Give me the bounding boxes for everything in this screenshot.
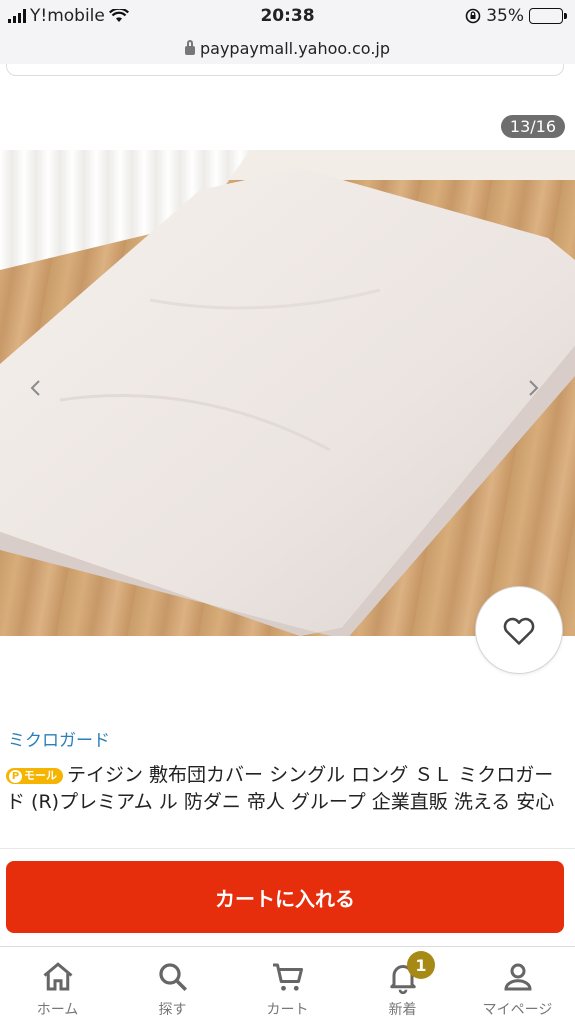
tab-home[interactable]: ホーム	[0, 947, 115, 1024]
battery-percent: 35%	[486, 6, 524, 26]
bottom-tab-bar: ホーム 探す カート 1 新着 マイページ	[0, 946, 575, 1024]
tab-label: 新着	[388, 1002, 417, 1018]
tab-new-arrivals[interactable]: 1 新着	[345, 947, 460, 1024]
notification-badge: 1	[407, 951, 435, 979]
badge-label: モール	[24, 769, 57, 782]
product-title-text: テイジン 敷布団カバー シングル ロング ＳＬ ミクロガード (R)プレミアム …	[6, 764, 555, 813]
next-image-button[interactable]	[521, 376, 545, 400]
product-photo[interactable]	[0, 150, 575, 636]
cart-icon	[272, 963, 303, 991]
tab-label: ホーム	[36, 1002, 79, 1018]
tab-label: 探す	[158, 1002, 187, 1018]
heart-icon	[503, 617, 535, 645]
tab-my-page[interactable]: マイページ	[460, 947, 575, 1024]
lock-icon	[184, 39, 195, 55]
battery-icon	[529, 8, 567, 24]
tab-cart[interactable]: カート	[230, 947, 345, 1024]
search-icon	[158, 963, 187, 992]
product-title: P モール テイジン 敷布団カバー シングル ロング ＳＬ ミクロガード (R)プレ…	[6, 762, 566, 816]
brand-link[interactable]: ミクロガード	[8, 726, 110, 751]
p-logo-icon: P	[9, 770, 22, 783]
previous-section-edge	[6, 64, 564, 76]
person-icon	[503, 963, 532, 991]
cart-action-area: カートに入れる	[0, 848, 575, 948]
status-bar: Y!mobile 20:38 35%	[0, 0, 575, 32]
previous-image-button[interactable]	[24, 376, 48, 400]
add-to-cart-button[interactable]: カートに入れる	[6, 861, 564, 933]
tab-label: マイページ	[482, 1002, 553, 1018]
orientation-lock-icon	[465, 8, 481, 24]
chevron-right-icon	[529, 380, 539, 396]
product-image-gallery[interactable]: 13/16	[0, 78, 575, 698]
image-counter: 13/16	[500, 115, 565, 138]
futon-image	[0, 168, 575, 636]
url-text: paypaymall.yahoo.co.jp	[199, 38, 390, 58]
chevron-left-icon	[30, 380, 40, 396]
home-icon	[43, 962, 72, 991]
favorite-button[interactable]	[475, 586, 563, 674]
tab-label: カート	[266, 1002, 309, 1018]
address-bar[interactable]: paypaymall.yahoo.co.jp	[0, 32, 575, 64]
paypay-mall-badge: P モール	[6, 768, 63, 784]
tab-search[interactable]: 探す	[115, 947, 230, 1024]
